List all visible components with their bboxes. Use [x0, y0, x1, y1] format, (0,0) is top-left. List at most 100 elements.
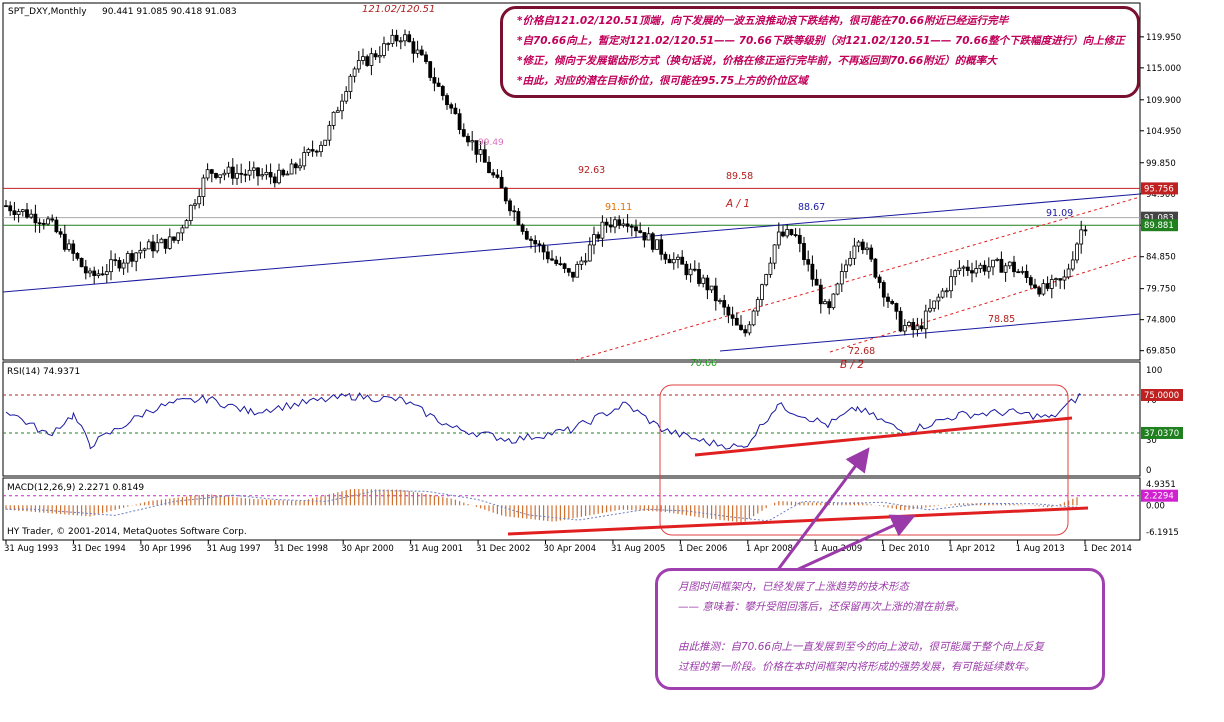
- price-annotation: 89.58: [726, 171, 753, 182]
- price-annotation: 92.63: [578, 165, 605, 176]
- candle-body: [226, 166, 231, 174]
- candle-body: [902, 325, 907, 332]
- candle-body: [923, 310, 928, 330]
- note-top-line: *价格自121.02/120.51顶端，向下发展的一波五浪推动浪下跌结构，很可能…: [517, 15, 1009, 27]
- candle-body: [214, 173, 218, 178]
- candle-body: [856, 241, 861, 247]
- macd-level-label: 2.2294: [1144, 492, 1174, 502]
- candle-body: [562, 263, 567, 269]
- candle-body: [222, 172, 227, 176]
- candle-body: [218, 174, 223, 178]
- candle-body: [1049, 279, 1054, 289]
- note-top-line: *修正，倾向于发展锯齿形方式（换句话说，价格在修正运行完毕前，不再返回到70.6…: [517, 55, 997, 67]
- candle-body: [1003, 265, 1008, 273]
- candle-body: [844, 264, 848, 272]
- candle-body: [592, 234, 596, 246]
- candle-body: [335, 110, 340, 113]
- candle-body: [457, 113, 462, 130]
- candle-body: [1024, 270, 1029, 278]
- note-bottom-line: —— 意味着：攀升受阻回落后，还保留再次上涨的潜在前景。: [678, 601, 965, 613]
- y-tick-label: 69.850: [1146, 347, 1176, 357]
- analysis-note-bottom: 月图时间框架内，已经发展了上涨趋势的技术形态 —— 意味着：攀升受阻回落后，还保…: [655, 568, 1105, 690]
- price-annotation: 99.49: [478, 138, 504, 148]
- candle-body: [445, 95, 449, 106]
- candle-body: [629, 225, 634, 228]
- candle-body: [613, 219, 617, 228]
- candle-body: [12, 210, 17, 215]
- price-label: 89.881: [1144, 221, 1174, 231]
- x-tick-label: 31 Dec 1998: [274, 544, 328, 554]
- candle-body: [671, 259, 676, 264]
- candle-body: [356, 60, 361, 70]
- y-tick-label: 79.750: [1146, 285, 1176, 295]
- price-annotation: B / 2: [840, 359, 864, 371]
- candle-body: [100, 273, 105, 276]
- x-tick-label: 30 Apr 2004: [544, 544, 597, 554]
- x-tick-label: 31 Dec 1994: [71, 544, 125, 554]
- candle-body: [617, 219, 622, 226]
- candle-body: [642, 232, 647, 241]
- candle-body: [243, 173, 248, 176]
- candle-body: [398, 40, 403, 43]
- candle-body: [432, 77, 437, 84]
- candle-body: [852, 245, 857, 259]
- candle-body: [944, 290, 949, 293]
- candle-body: [197, 196, 202, 205]
- candle-body: [520, 224, 525, 232]
- candle-body: [663, 253, 668, 260]
- candle-body: [865, 247, 869, 251]
- price-annotation: 121.02/120.51: [362, 4, 435, 15]
- candle-body: [881, 282, 886, 298]
- rsi-panel[interactable]: [2, 361, 1141, 477]
- candle-body: [163, 238, 168, 249]
- candle-body: [117, 260, 122, 269]
- candle-body: [201, 177, 206, 198]
- candle-body: [1058, 278, 1063, 281]
- candle-body: [869, 247, 874, 260]
- candle-body: [772, 244, 777, 264]
- x-tick-label: 30 Apr 2000: [341, 544, 394, 554]
- candle-body: [999, 258, 1004, 273]
- candle-body: [919, 325, 924, 330]
- candle-body: [697, 269, 701, 284]
- price-annotation: A / 1: [725, 198, 750, 210]
- candle-body: [970, 270, 974, 274]
- candle-body: [327, 125, 332, 141]
- candle-body: [583, 260, 588, 263]
- rsi-tick-label: 0: [1146, 466, 1151, 476]
- candle-body: [487, 161, 491, 174]
- candle-body: [508, 200, 512, 212]
- candle-body: [911, 321, 916, 331]
- x-tick-label: 1 Dec 2006: [678, 544, 727, 554]
- candle-body: [323, 139, 328, 146]
- candle-body: [797, 235, 802, 244]
- candle-body: [545, 251, 550, 260]
- candle-body: [894, 303, 899, 312]
- candle-body: [403, 34, 407, 42]
- candle-body: [646, 233, 651, 241]
- candle-body: [172, 236, 176, 241]
- candle-body: [8, 205, 13, 212]
- y-tick-label: 84.850: [1146, 253, 1176, 263]
- candle-body: [726, 306, 731, 316]
- candle-body: [579, 260, 584, 265]
- candle-body: [953, 270, 958, 278]
- x-tick-label: 31 Aug 2005: [611, 544, 665, 554]
- candle-body: [974, 268, 979, 274]
- rsi-level-label: 75.0000: [1144, 391, 1179, 401]
- note-top-line: *由此，对应的潜在目标价位，很可能在95.75上方的价位区域: [517, 75, 808, 87]
- candle-body: [239, 172, 244, 175]
- candle-body: [688, 268, 693, 276]
- candle-body: [104, 271, 109, 275]
- candle-body: [537, 243, 542, 246]
- candle-body: [747, 324, 752, 334]
- y-tick-label: 99.850: [1146, 159, 1176, 169]
- candle-body: [415, 49, 420, 54]
- candle-body: [839, 271, 844, 285]
- candle-body: [709, 285, 714, 291]
- candle-body: [965, 266, 970, 271]
- candle-body: [533, 240, 538, 245]
- candle-body: [146, 241, 151, 250]
- candle-body: [621, 223, 626, 226]
- candle-body: [575, 264, 580, 278]
